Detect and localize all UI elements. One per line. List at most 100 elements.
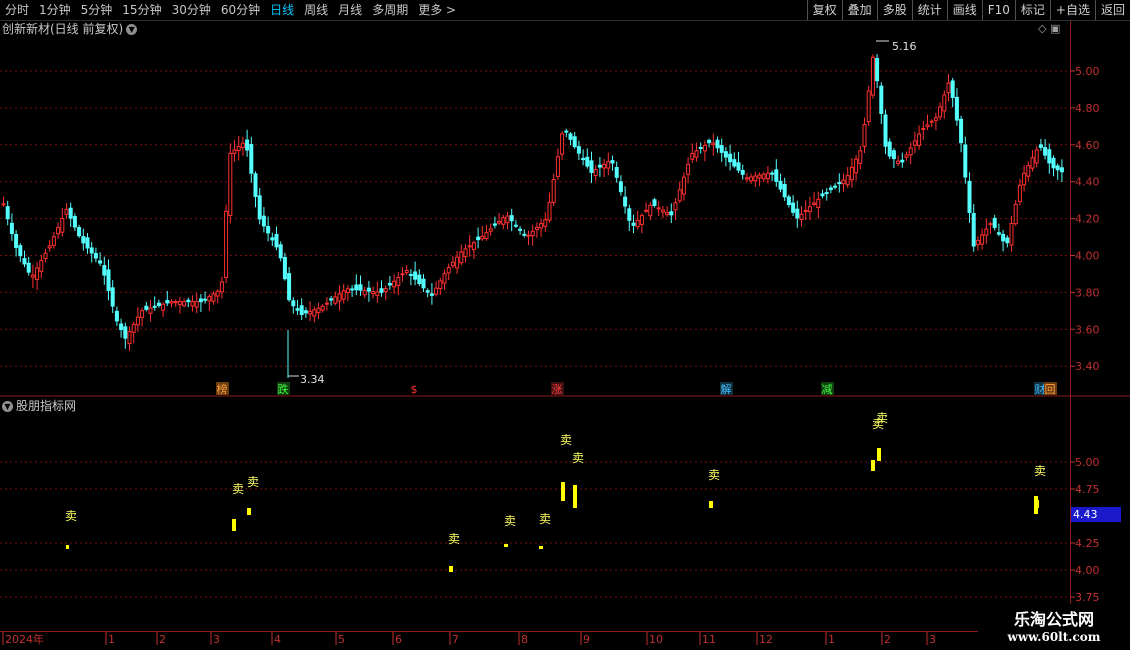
- candle-body: [144, 305, 149, 310]
- candle-body: [463, 248, 468, 258]
- candle-body: [849, 166, 854, 181]
- candle-body: [396, 277, 401, 286]
- candle-body: [1017, 184, 1022, 202]
- candle-body: [173, 301, 178, 304]
- candle-body: [564, 130, 569, 133]
- candle-body: [681, 176, 686, 195]
- candle-body: [904, 154, 909, 158]
- candle-body: [148, 307, 153, 314]
- candle-body: [854, 158, 859, 174]
- time-tick-label: 2: [884, 633, 891, 646]
- candle-body: [673, 202, 678, 211]
- candle-body: [715, 139, 720, 149]
- candle-body: [299, 305, 304, 315]
- candle-body: [383, 288, 388, 292]
- candle-body: [551, 179, 556, 203]
- candle-body: [404, 269, 409, 274]
- candle-body: [547, 201, 552, 221]
- candle-body: [366, 287, 371, 292]
- candle-body: [770, 172, 775, 175]
- candle-body: [308, 310, 313, 315]
- candle-body: [887, 141, 892, 157]
- candle-body: [1, 203, 6, 206]
- candle-body: [875, 57, 880, 82]
- time-tick-label: 2: [159, 633, 166, 646]
- sell-signal-label: 卖: [539, 512, 551, 526]
- candle-body: [442, 273, 447, 284]
- event-marker: 解: [721, 382, 732, 396]
- candle-body: [912, 140, 917, 146]
- candle-body: [198, 298, 203, 303]
- candle-body: [114, 310, 119, 322]
- candle-body: [555, 156, 560, 177]
- candle-body: [1013, 203, 1018, 225]
- candle-body: [1022, 172, 1027, 186]
- candle-body: [946, 82, 951, 94]
- time-tick-label: 9: [583, 633, 590, 646]
- candle-body: [77, 226, 82, 237]
- indicator-bar: [561, 482, 565, 501]
- candle-body: [728, 153, 733, 163]
- candle-body: [14, 234, 19, 248]
- candle-body: [879, 85, 884, 114]
- candle-body: [236, 146, 241, 151]
- candle-body: [908, 147, 913, 156]
- candle-body: [543, 219, 548, 227]
- candle-body: [791, 202, 796, 213]
- candle-body: [925, 124, 930, 128]
- candle-body: [971, 213, 976, 247]
- event-marker: 榜: [217, 382, 228, 396]
- candle-body: [522, 233, 527, 236]
- candle-body: [358, 284, 363, 291]
- candle-body: [518, 228, 523, 231]
- sell-signal-label: 卖: [560, 433, 572, 447]
- candle-body: [484, 232, 489, 239]
- candle-body: [665, 211, 670, 216]
- candle-body: [921, 127, 926, 130]
- candle-body: [177, 301, 182, 306]
- candle-body: [354, 284, 359, 291]
- event-marker: 减: [822, 383, 833, 396]
- candle-body: [413, 271, 418, 280]
- candle-body: [303, 310, 308, 314]
- candle-body: [749, 176, 754, 182]
- candle-body: [64, 208, 69, 215]
- candle-body: [261, 215, 266, 227]
- candle-body: [900, 159, 905, 163]
- candle-body: [362, 290, 367, 296]
- candle-body: [89, 247, 94, 254]
- kline-chart[interactable]: 5.00 4.80 4.60 4.40 4.20 4.00 3.80 3.60 3.40 5.00…: [0, 0, 1130, 650]
- candle-body: [98, 260, 103, 264]
- candle-body: [585, 156, 590, 167]
- candle-body: [60, 217, 65, 233]
- candle-body: [606, 161, 611, 169]
- candle-body: [110, 287, 115, 307]
- candle-body: [253, 173, 258, 197]
- candle-body: [480, 235, 485, 240]
- candle-body: [702, 144, 707, 152]
- candle-body: [845, 175, 850, 186]
- candle-body: [215, 290, 220, 297]
- candle-body: [820, 193, 825, 197]
- candle-body: [161, 303, 166, 311]
- candle-body: [938, 106, 943, 118]
- candle-body: [639, 214, 644, 225]
- watermark: 乐淘公式网 www.60lt.com: [978, 604, 1130, 650]
- time-tick-label: 12: [759, 633, 773, 646]
- event-marker: 涨: [552, 383, 563, 396]
- candle-body: [341, 290, 346, 300]
- indicator-bar: [871, 460, 875, 471]
- candle-body: [803, 209, 808, 212]
- time-tick-label: 1: [108, 633, 115, 646]
- candle-body: [828, 187, 833, 191]
- candle-body: [660, 209, 665, 213]
- candle-body: [392, 280, 397, 288]
- candle-body: [81, 236, 86, 244]
- candle-body: [408, 273, 413, 276]
- candle-body: [539, 223, 544, 229]
- time-tick-label: 10: [649, 633, 663, 646]
- candle-body: [812, 202, 817, 205]
- candle-body: [39, 260, 44, 272]
- candle-body: [85, 237, 90, 249]
- candle-body: [476, 236, 481, 241]
